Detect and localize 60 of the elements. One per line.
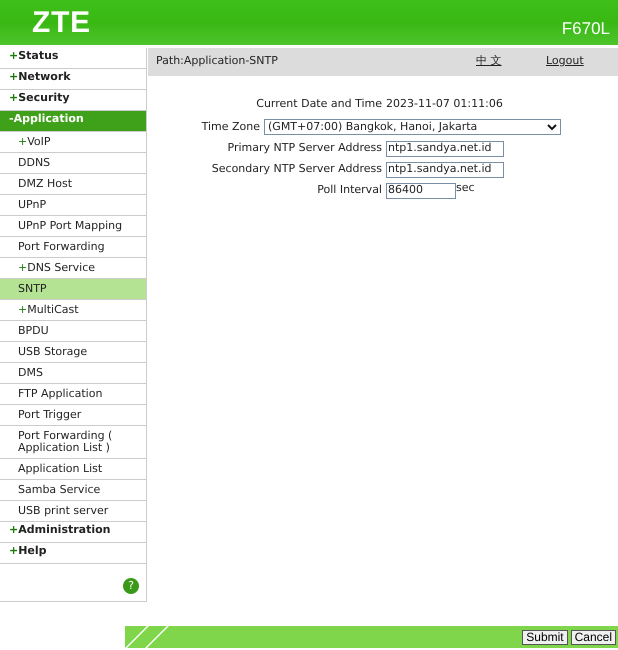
menu-label: Application List <box>18 463 104 475</box>
field-label: Current Date and Time <box>255 96 383 112</box>
menu-label: Security <box>18 90 70 106</box>
menu-label: BPDU <box>18 325 50 337</box>
field-label: Secondary NTP Server Address <box>210 161 383 178</box>
menu-label: Port Trigger <box>18 409 82 421</box>
menu-label: Administration <box>18 522 111 538</box>
text-field[interactable]: 86400 <box>386 182 456 198</box>
field-label: Time Zone <box>200 118 261 135</box>
path-text: Path:Application-SNTP <box>156 53 279 69</box>
text-field[interactable]: ntp1.sandya.net.id <box>386 140 504 156</box>
menu-label: UPnP Port Mapping <box>18 220 124 232</box>
form-button[interactable]: Submit <box>522 630 568 644</box>
menu-item[interactable]: +Status <box>0 48 146 69</box>
expand-marker: + <box>9 48 18 64</box>
date-time-value: 2023-11-07 01:11:06 <box>386 96 503 112</box>
menu-item[interactable]: +Help <box>0 543 146 564</box>
menu-label: DMZ Host <box>18 178 74 190</box>
menu-label: UPnP <box>18 199 48 211</box>
expand-marker: + <box>18 136 28 148</box>
menu-label: DDNS <box>18 157 52 169</box>
submenu-item[interactable]: SNTP <box>0 279 146 300</box>
stripe-icon <box>125 626 170 648</box>
expand-marker: + <box>9 69 18 85</box>
expand-marker: + <box>18 304 28 316</box>
expand-marker: + <box>18 262 28 274</box>
expand-marker: - <box>9 111 14 127</box>
menu-label: Port Forwarding <box>18 241 106 253</box>
menu-label: MultiCast <box>27 304 80 316</box>
field-label: Primary NTP Server Address <box>226 140 383 156</box>
time-zone-select[interactable]: (GMT+07:00) Bangkok, Hanoi, Jakarta <box>264 119 561 135</box>
expand-marker: + <box>9 90 18 106</box>
menu-label: VoIP <box>27 136 52 148</box>
form-button[interactable]: Cancel <box>570 630 616 644</box>
logo-text: ZTE <box>32 8 91 38</box>
unit-label: sec <box>456 180 475 196</box>
menu-label: Status <box>18 48 58 64</box>
menu-item[interactable]: +Security <box>0 90 146 111</box>
expand-marker: + <box>9 543 18 559</box>
menu-label: Application <box>14 111 84 127</box>
menu-item[interactable]: +Administration <box>0 522 146 543</box>
model-name: F670L <box>562 18 610 40</box>
menu-label: Samba Service <box>18 484 102 496</box>
text-field[interactable]: ntp1.sandya.net.id <box>386 162 504 178</box>
help-button[interactable]: ? <box>123 578 139 594</box>
logout-link[interactable]: Logout <box>546 53 584 70</box>
menu-label: DMS <box>18 367 44 379</box>
menu-label: Port Forwarding ( Application List ) <box>18 430 114 454</box>
menu-label: Help <box>18 543 47 559</box>
menu-label: Network <box>18 69 71 85</box>
menu-item[interactable]: +Network <box>0 69 146 90</box>
language-link[interactable]: 中 文 <box>476 53 546 70</box>
chevron-down-icon <box>547 124 557 130</box>
menu-label: SNTP <box>18 283 48 295</box>
menu-label: DNS Service <box>27 262 96 274</box>
field-label: Poll Interval <box>316 182 383 198</box>
menu-label: FTP Application <box>18 388 104 400</box>
menu-label: USB print server <box>18 505 110 517</box>
menu-label: USB Storage <box>18 346 88 358</box>
expand-marker: + <box>9 522 18 538</box>
